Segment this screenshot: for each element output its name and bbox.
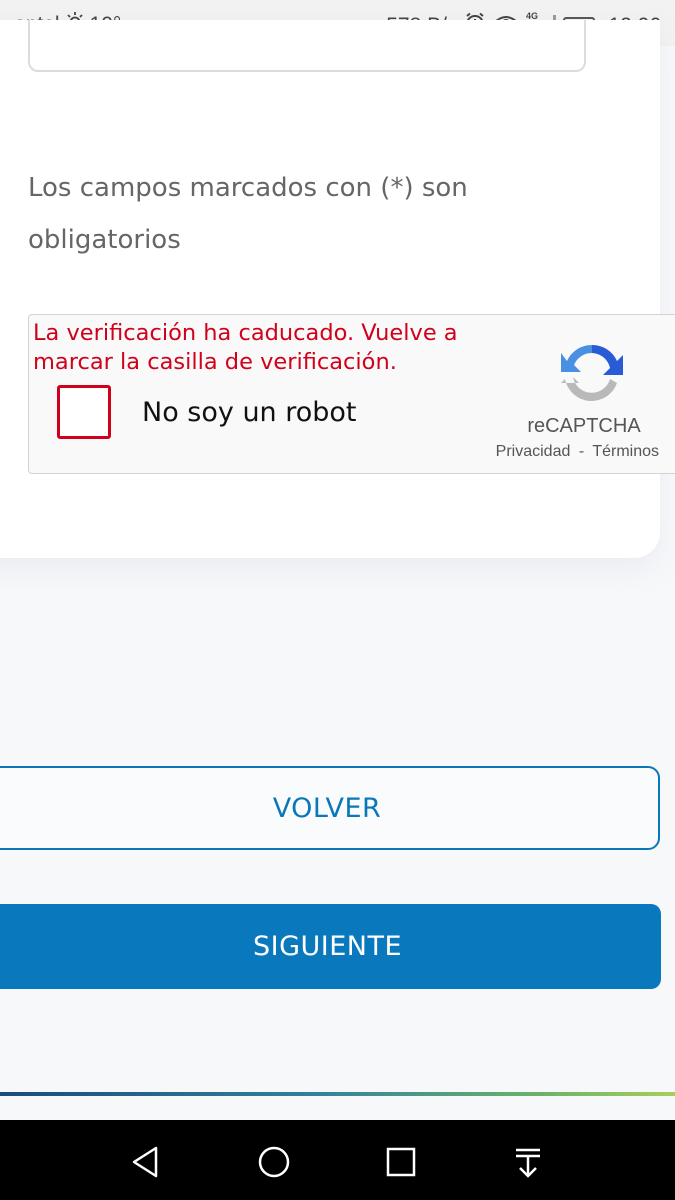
footer-gradient-divider	[0, 1092, 675, 1096]
recent-apps-icon[interactable]	[381, 1142, 421, 1182]
form-card	[0, 20, 660, 558]
recaptcha-checkbox-label: No soy un robot	[142, 397, 357, 428]
terms-link[interactable]: Términos	[592, 443, 659, 460]
recaptcha-checkbox[interactable]	[57, 385, 111, 439]
back-icon[interactable]	[126, 1142, 166, 1182]
back-button[interactable]: VOLVER	[0, 766, 660, 850]
link-separator: -	[578, 443, 585, 460]
previous-text-field[interactable]	[28, 20, 586, 72]
recaptcha-brand: reCAPTCHA	[527, 415, 641, 437]
recaptcha-widget: La verificación ha caducado. Vuelve a ma…	[28, 314, 675, 474]
home-icon[interactable]	[254, 1142, 294, 1182]
recaptcha-expired-error: La verificación ha caducado. Vuelve a ma…	[33, 320, 458, 375]
privacy-link[interactable]: Privacidad	[496, 443, 571, 460]
notifications-pulldown-icon[interactable]	[508, 1142, 548, 1182]
navigation-bar	[0, 1120, 675, 1200]
recaptcha-links: Privacidad - Términos	[479, 443, 659, 461]
recaptcha-logo-icon	[559, 339, 625, 405]
next-button[interactable]: SIGUIENTE	[0, 904, 661, 989]
required-fields-note: Los campos marcados con (*) son obligato…	[28, 173, 468, 255]
